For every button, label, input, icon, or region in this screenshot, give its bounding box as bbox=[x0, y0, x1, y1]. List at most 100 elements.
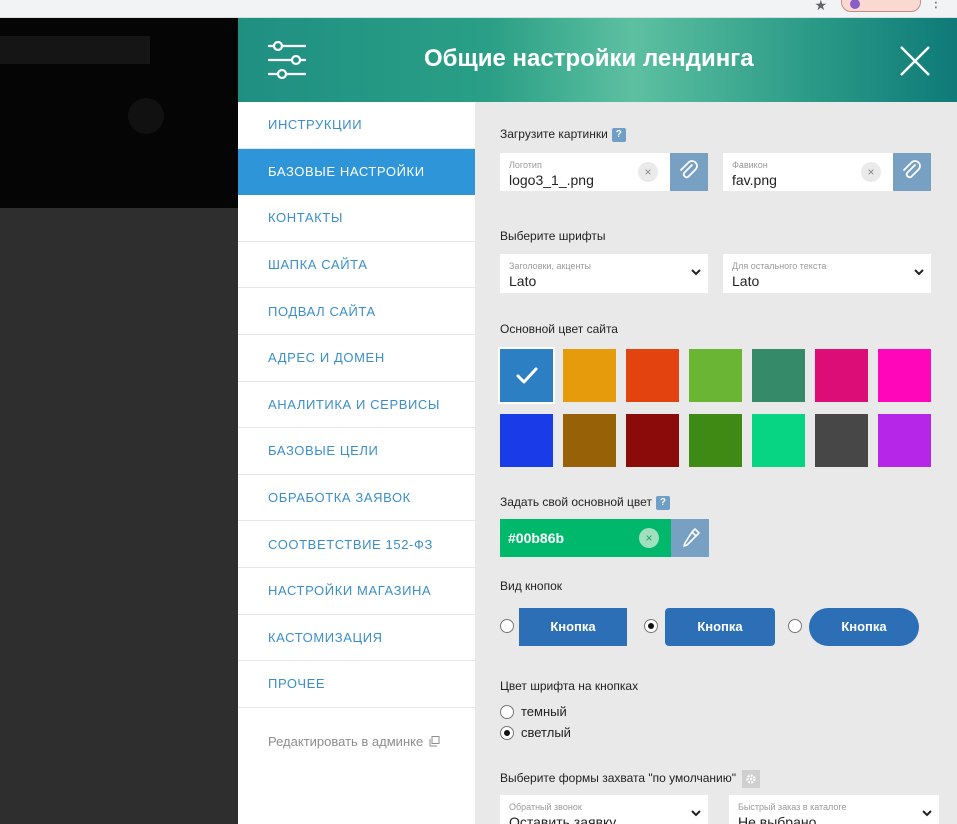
font-color-radio-light[interactable] bbox=[500, 726, 514, 740]
sidebar-item-analytics[interactable]: АНАЛИТИКА И СЕРВИСЫ bbox=[238, 382, 475, 429]
callback-form-select[interactable]: Обратный звонок Оставить заявку bbox=[500, 795, 708, 824]
backdrop-blur-circle bbox=[128, 98, 164, 134]
custom-color-input[interactable]: #00b86b × bbox=[500, 519, 671, 557]
help-icon[interactable]: ? bbox=[655, 495, 670, 510]
browser-menu-icon[interactable]: ⋮ bbox=[929, 0, 943, 11]
settings-sidebar: ИНСТРУКЦИИ БАЗОВЫЕ НАСТРОЙКИ КОНТАКТЫ ША… bbox=[238, 102, 475, 824]
panel-title: Общие настройки лендинга bbox=[424, 45, 754, 72]
gear-icon[interactable] bbox=[741, 770, 760, 788]
button-style-rounded[interactable]: Кнопка bbox=[665, 608, 775, 646]
profile-pill[interactable] bbox=[841, 0, 921, 12]
button-style-label: Вид кнопок bbox=[500, 579, 563, 593]
color-swatch[interactable] bbox=[689, 414, 742, 467]
favicon-field[interactable]: Фавикон fav.png × bbox=[723, 153, 893, 191]
sidebar-item-base-goals[interactable]: БАЗОВЫЕ ЦЕЛИ bbox=[238, 428, 475, 475]
edit-in-admin-link[interactable]: Редактировать в админке bbox=[238, 734, 475, 749]
clear-favicon-icon[interactable]: × bbox=[861, 162, 881, 182]
eyedropper-icon bbox=[683, 528, 700, 547]
button-style-square[interactable]: Кнопка bbox=[519, 608, 627, 646]
clear-color-icon[interactable]: × bbox=[639, 528, 659, 548]
body-font-value: Lato bbox=[732, 273, 760, 289]
font-color-light-label[interactable]: светлый bbox=[521, 725, 571, 740]
sliders-icon bbox=[268, 40, 306, 80]
paperclip-icon bbox=[903, 160, 921, 179]
sidebar-item-instructions[interactable]: ИНСТРУКЦИИ bbox=[238, 102, 475, 149]
body-font-label: Для остального текста bbox=[732, 261, 827, 271]
sidebar-item-requests[interactable]: ОБРАБОТКА ЗАЯВОК bbox=[238, 475, 475, 522]
settings-content: Загрузите картинки? Логотип logo3_1_.png… bbox=[475, 102, 957, 824]
chevron-down-icon bbox=[914, 269, 924, 276]
font-color-dark-label[interactable]: темный bbox=[521, 704, 567, 719]
custom-color-section-label: Задать свой основной цвет? bbox=[500, 495, 670, 510]
paperclip-icon bbox=[680, 160, 698, 179]
color-swatch[interactable] bbox=[752, 414, 805, 467]
bookmark-star-icon[interactable]: ★ bbox=[814, 0, 827, 14]
sidebar-item-site-footer[interactable]: ПОДВАЛ САЙТА bbox=[238, 288, 475, 335]
chevron-down-icon bbox=[691, 269, 701, 276]
browser-toolbar: ★ ⋮ bbox=[0, 0, 957, 18]
sidebar-item-label: АНАЛИТИКА И СЕРВИСЫ bbox=[268, 396, 441, 412]
eyedropper-button[interactable] bbox=[671, 519, 709, 557]
attach-favicon-button[interactable] bbox=[893, 153, 931, 191]
help-icon[interactable]: ? bbox=[611, 127, 626, 142]
headings-font-label: Заголовки, акценты bbox=[509, 261, 592, 271]
sidebar-item-site-header[interactable]: ШАПКА САЙТА bbox=[238, 242, 475, 289]
sidebar-item-label: ОБРАБОТКА ЗАЯВОК bbox=[268, 490, 411, 506]
sidebar-item-label: СООТВЕТСТВИЕ 152-ФЗ bbox=[268, 536, 433, 552]
quick-order-form-select[interactable]: Быстрый заказ в каталоге Не выбрано bbox=[729, 795, 939, 824]
sidebar-item-shop-settings[interactable]: НАСТРОЙКИ МАГАЗИНА bbox=[238, 568, 475, 615]
sidebar-item-base-settings[interactable]: БАЗОВЫЕ НАСТРОЙКИ bbox=[238, 148, 475, 196]
sidebar-item-label: ШАПКА САЙТА bbox=[268, 257, 368, 273]
checkmark-icon bbox=[516, 367, 538, 384]
close-icon[interactable] bbox=[898, 44, 932, 78]
color-swatch[interactable] bbox=[500, 414, 553, 467]
color-swatch[interactable] bbox=[563, 349, 616, 402]
color-swatch[interactable] bbox=[815, 414, 868, 467]
button-style-radio-rounded[interactable] bbox=[644, 619, 658, 633]
sidebar-item-label: ПОДВАЛ САЙТА bbox=[268, 303, 376, 319]
color-swatch[interactable] bbox=[626, 414, 679, 467]
page-backdrop bbox=[0, 18, 238, 824]
logo-field[interactable]: Логотип logo3_1_.png × bbox=[500, 153, 670, 191]
color-swatch[interactable] bbox=[878, 414, 931, 467]
quick-order-form-value: Не выбрано bbox=[738, 814, 817, 824]
sidebar-item-customization[interactable]: КАСТОМИЗАЦИЯ bbox=[238, 615, 475, 662]
color-swatch[interactable] bbox=[689, 349, 742, 402]
headings-font-select[interactable]: Заголовки, акценты Lato bbox=[500, 254, 708, 293]
favicon-field-label: Фавикон bbox=[732, 160, 768, 170]
main-color-label: Основной цвет сайта bbox=[500, 322, 618, 336]
attach-logo-button[interactable] bbox=[670, 153, 708, 191]
color-swatch[interactable] bbox=[626, 349, 679, 402]
sidebar-item-contacts[interactable]: КОНТАКТЫ bbox=[238, 195, 475, 242]
sidebar-item-label: КОНТАКТЫ bbox=[268, 210, 343, 226]
color-swatch[interactable] bbox=[500, 349, 553, 402]
sidebar-item-address-domain[interactable]: АДРЕС И ДОМЕН bbox=[238, 335, 475, 382]
admin-link-label: Редактировать в админке bbox=[268, 733, 424, 749]
clear-logo-icon[interactable]: × bbox=[638, 162, 658, 182]
button-style-radio-square[interactable] bbox=[500, 619, 514, 633]
gear-glyph bbox=[746, 774, 756, 784]
avatar-icon bbox=[850, 0, 860, 9]
sidebar-item-label: ПРОЧЕЕ bbox=[268, 676, 326, 692]
font-color-radio-dark[interactable] bbox=[500, 705, 514, 719]
color-swatch[interactable] bbox=[878, 349, 931, 402]
color-swatch[interactable] bbox=[563, 414, 616, 467]
button-style-radio-pill[interactable] bbox=[788, 619, 802, 633]
sidebar-item-152fz[interactable]: СООТВЕТСТВИЕ 152-ФЗ bbox=[238, 521, 475, 568]
color-swatch[interactable] bbox=[752, 349, 805, 402]
callback-form-value: Оставить заявку bbox=[509, 814, 617, 824]
color-swatch[interactable] bbox=[815, 349, 868, 402]
custom-color-value: #00b86b bbox=[508, 530, 565, 546]
sidebar-item-label: ИНСТРУКЦИИ bbox=[268, 117, 363, 133]
images-section-label: Загрузите картинки? bbox=[500, 127, 626, 142]
sidebar-item-label: БАЗОВЫЕ ЦЕЛИ bbox=[268, 443, 379, 459]
logo-field-value: logo3_1_.png bbox=[509, 172, 594, 188]
panel-header: Общие настройки лендинга bbox=[238, 18, 957, 102]
backdrop-blur-text bbox=[0, 36, 150, 64]
button-style-pill[interactable]: Кнопка bbox=[809, 608, 919, 646]
body-font-select[interactable]: Для остального текста Lato bbox=[723, 254, 931, 293]
settings-panel: Общие настройки лендинга ИНСТРУКЦИИ БАЗО… bbox=[238, 18, 957, 824]
capture-forms-label-text: Выберите формы захвата "по умолчанию" bbox=[500, 771, 736, 786]
sidebar-item-other[interactable]: ПРОЧЕЕ bbox=[238, 661, 475, 708]
backdrop-body bbox=[0, 208, 238, 824]
